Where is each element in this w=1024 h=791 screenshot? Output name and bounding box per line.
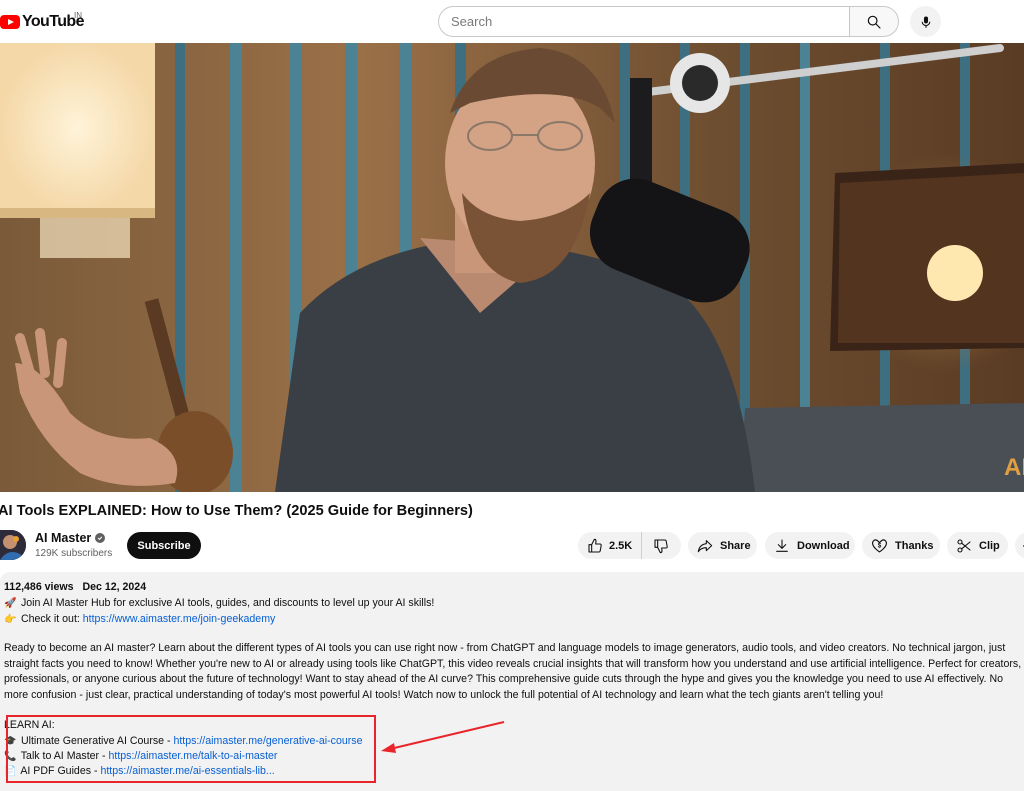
rocket-icon: 🚀: [4, 598, 17, 609]
svg-text:$: $: [878, 543, 882, 550]
like-count: 2.5K: [609, 539, 633, 552]
learn-item-talk: 📞 Talk to AI Master - https://aimaster.m…: [4, 750, 277, 762]
graduation-cap-icon: 🎓: [4, 736, 17, 747]
document-icon: 📄: [4, 766, 17, 777]
search-button[interactable]: [849, 6, 899, 37]
description-panel[interactable]: 112,486 views Dec 12, 2024 🚀 Join AI Mas…: [0, 572, 1024, 791]
scissors-icon: [957, 538, 971, 553]
channel-name[interactable]: AI Master: [35, 531, 106, 545]
learn-item-course: 🎓 Ultimate Generative AI Course - https:…: [4, 735, 362, 747]
like-dislike-group: 2.5K: [578, 532, 681, 559]
thumbs-up-icon: [588, 538, 602, 553]
subscribe-button[interactable]: Subscribe: [127, 532, 201, 559]
download-button[interactable]: Download: [765, 532, 855, 559]
like-button[interactable]: 2.5K: [578, 532, 642, 559]
learn-item-label: Talk to AI Master -: [20, 750, 109, 762]
download-label: Download: [797, 539, 850, 552]
thanks-button[interactable]: $ Thanks: [862, 532, 940, 559]
search-icon: [867, 15, 881, 29]
youtube-logo-icon: [0, 15, 20, 29]
channel-watermark: AI: [1004, 454, 1024, 481]
top-bar: YouTube IN: [0, 0, 1024, 43]
verified-icon: [95, 533, 106, 543]
pdf-guides-link[interactable]: https://aimaster.me/ai-essentials-lib...: [100, 765, 274, 777]
description-line-hub: 🚀 Join AI Master Hub for exclusive AI to…: [4, 597, 434, 609]
learn-item-label: Ultimate Generative AI Course -: [20, 735, 174, 747]
view-count: 112,486 views: [4, 581, 74, 593]
voice-search-button[interactable]: [910, 6, 941, 37]
search-input[interactable]: [438, 6, 850, 37]
learn-item-pdf: 📄 AI PDF Guides - https://aimaster.me/ai…: [4, 765, 275, 777]
youtube-logo[interactable]: YouTube: [0, 11, 84, 33]
video-title: AI Tools EXPLAINED: How to Use Them? (20…: [0, 503, 473, 519]
video-meta: 112,486 views Dec 12, 2024: [4, 581, 146, 593]
upload-date: Dec 12, 2024: [82, 581, 147, 593]
right-lamp: [830, 153, 1024, 373]
clip-button[interactable]: Clip: [947, 532, 1008, 559]
channel-name-text: AI Master: [35, 531, 92, 545]
laptop: [740, 403, 1024, 492]
download-icon: [776, 538, 788, 552]
geekademy-link[interactable]: https://www.aimaster.me/join-geekademy: [83, 613, 276, 625]
description-paragraph: Ready to become an AI master? Learn abou…: [4, 642, 1022, 702]
talk-link[interactable]: https://aimaster.me/talk-to-ai-master: [108, 750, 277, 762]
microphone-icon: [921, 15, 930, 28]
learn-item-label: AI PDF Guides -: [20, 765, 101, 777]
thumbs-down-icon: [654, 538, 668, 553]
dislike-button[interactable]: [642, 532, 680, 559]
video-frame: AI: [0, 43, 1024, 492]
avatar: [0, 530, 26, 560]
channel-avatar[interactable]: [0, 530, 26, 560]
more-icon: [1023, 544, 1024, 547]
subscriber-count: 129K subscribers: [35, 548, 113, 559]
thanks-label: Thanks: [895, 539, 934, 552]
checkout-prefix: Check it out:: [20, 613, 83, 625]
share-label: Share: [720, 539, 751, 552]
learn-ai-heading: LEARN AI:: [4, 719, 55, 731]
share-icon: [697, 539, 713, 552]
course-link[interactable]: https://aimaster.me/generative-ai-course: [173, 735, 362, 747]
more-actions-button[interactable]: [1015, 532, 1024, 559]
description-line-checkout: 👉 Check it out: https://www.aimaster.me/…: [4, 613, 275, 625]
share-button[interactable]: Share: [688, 532, 757, 559]
hub-text: Join AI Master Hub for exclusive AI tool…: [20, 597, 435, 609]
region-code: IN: [74, 11, 82, 20]
thanks-icon: $: [872, 539, 887, 553]
video-player[interactable]: AI: [0, 43, 1024, 492]
clip-label: Clip: [979, 539, 1000, 552]
pointing-hand-icon: 👉: [4, 614, 17, 625]
phone-icon: 📞: [4, 751, 17, 762]
